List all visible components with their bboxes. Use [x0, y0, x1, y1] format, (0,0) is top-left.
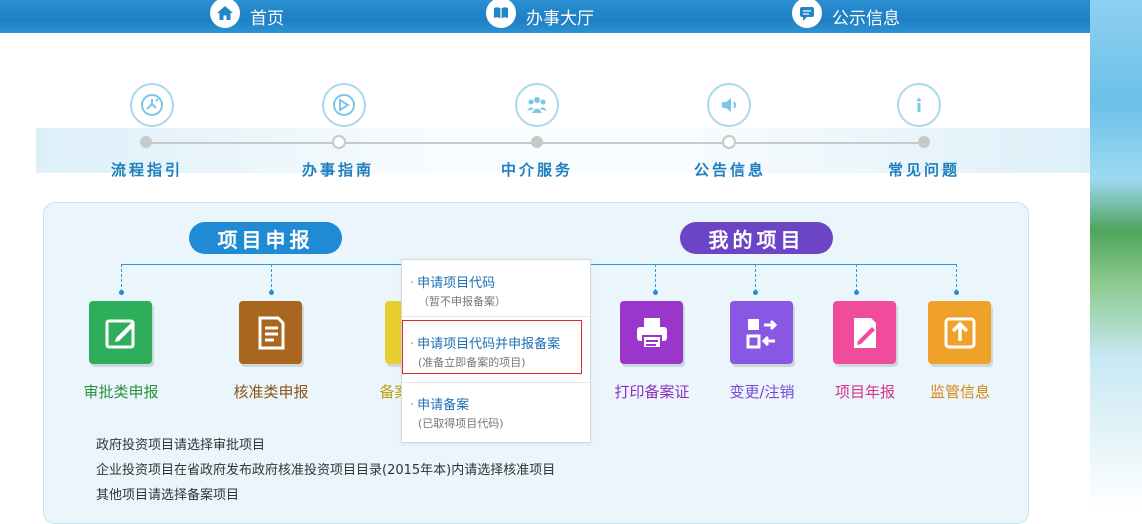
step-service-guide[interactable] — [284, 83, 404, 127]
edit-icon — [105, 319, 135, 348]
connector-dot — [269, 290, 274, 295]
record-apply-dropdown: · 申请项目代码 （暂不申报备案） · 申请项目代码并申报备案 (准备立即备案的项目… — [401, 259, 591, 443]
tile-label-print-certificate[interactable]: 打印备案证 — [597, 381, 707, 402]
chat-icon — [792, 0, 822, 28]
connector-drop — [755, 264, 756, 292]
tile-change-cancel[interactable] — [730, 301, 793, 364]
upload-icon — [944, 317, 975, 348]
connector-drop — [655, 264, 656, 292]
section-title-project-apply: 项目申报 — [189, 222, 342, 254]
connector-dot — [753, 290, 758, 295]
step-label-announcements[interactable]: 公告信息 — [670, 159, 790, 180]
menu-item-title: 申请备案 — [417, 398, 470, 413]
tile-label-supervision-info[interactable]: 监管信息 — [905, 381, 1015, 402]
tile-approval-apply[interactable] — [89, 301, 152, 364]
step-agency-service[interactable] — [477, 83, 597, 127]
step-faq[interactable] — [859, 83, 979, 127]
guidance-notes: 政府投资项目请选择审批项目 企业投资项目在省政府发布政府核准投资项目目录(201… — [96, 433, 555, 508]
menu-item-title: 申请项目代码 — [417, 276, 496, 291]
document-icon — [258, 316, 284, 349]
report-icon — [853, 317, 876, 348]
step-label-faq[interactable]: 常见问题 — [864, 159, 984, 180]
menu-divider — [402, 382, 590, 383]
step-dot-1 — [140, 136, 152, 148]
connector-dot — [954, 290, 959, 295]
nav-home[interactable]: 首页 — [210, 0, 284, 33]
nav-service-hall-label: 办事大厅 — [526, 9, 594, 29]
step-dot-2 — [332, 135, 346, 149]
connector-dot — [653, 290, 658, 295]
tile-label-change-cancel[interactable]: 变更/注销 — [707, 381, 817, 402]
nav-public-info-label: 公示信息 — [832, 9, 900, 29]
info-icon — [897, 83, 941, 127]
menu-item-subtitle: (准备立即备案的项目) — [418, 356, 526, 369]
flow-icon — [130, 83, 174, 127]
connector-dot — [119, 290, 124, 295]
step-label-agency-service[interactable]: 中介服务 — [477, 159, 597, 180]
note-line: 其他项目请选择备案项目 — [96, 488, 240, 503]
tile-verify-apply[interactable] — [239, 301, 302, 364]
connector-right — [589, 264, 956, 265]
nav-public-info[interactable]: 公示信息 — [792, 0, 900, 33]
book-icon — [486, 0, 516, 28]
connector-drop — [121, 264, 122, 292]
connector-drop — [956, 264, 957, 292]
compass-icon — [322, 83, 366, 127]
connector-left — [121, 264, 401, 265]
step-dot-5 — [918, 136, 930, 148]
nav-home-label: 首页 — [250, 9, 284, 29]
step-dot-4 — [722, 135, 736, 149]
connector-dot — [854, 290, 859, 295]
side-banner-image — [1090, 0, 1142, 512]
step-label-service-guide[interactable]: 办事指南 — [278, 159, 398, 180]
swap-icon — [746, 318, 777, 348]
menu-item-subtitle: （暂不申报备案） — [418, 295, 506, 308]
note-line: 企业投资项目在省政府发布政府核准投资项目目录(2015年本)内请选择核准项目 — [96, 463, 556, 478]
menu-item-title: 申请项目代码并申报备案 — [417, 337, 561, 352]
tile-label-approval-apply[interactable]: 审批类申报 — [66, 381, 176, 402]
section-title-my-projects: 我的项目 — [680, 222, 833, 254]
tile-label-annual-report[interactable]: 项目年报 — [810, 381, 920, 402]
speaker-icon — [707, 83, 751, 127]
menu-item-apply-code[interactable]: · 申请项目代码 （暂不申报备案） — [402, 272, 590, 309]
tile-supervision-info[interactable] — [928, 301, 991, 364]
menu-item-subtitle: (已取得项目代码) — [418, 417, 504, 430]
menu-item-apply-record[interactable]: · 申请备案 (已取得项目代码) — [402, 394, 590, 431]
step-label-flow-guide[interactable]: 流程指引 — [87, 159, 207, 180]
tile-annual-report[interactable] — [833, 301, 896, 364]
step-dot-3 — [531, 136, 543, 148]
people-icon — [515, 83, 559, 127]
tile-print-certificate[interactable] — [620, 301, 683, 364]
connector-drop — [271, 264, 272, 292]
menu-item-apply-code-and-record[interactable]: · 申请项目代码并申报备案 (准备立即备案的项目) — [402, 333, 590, 370]
menu-divider — [402, 316, 590, 317]
home-icon — [210, 0, 240, 28]
step-announcements[interactable] — [669, 83, 789, 127]
step-flow-guide[interactable] — [92, 83, 212, 127]
connector-drop — [856, 264, 857, 292]
nav-service-hall[interactable]: 办事大厅 — [486, 0, 594, 33]
printer-icon — [636, 317, 667, 349]
tile-label-verify-apply[interactable]: 核准类申报 — [216, 381, 326, 402]
